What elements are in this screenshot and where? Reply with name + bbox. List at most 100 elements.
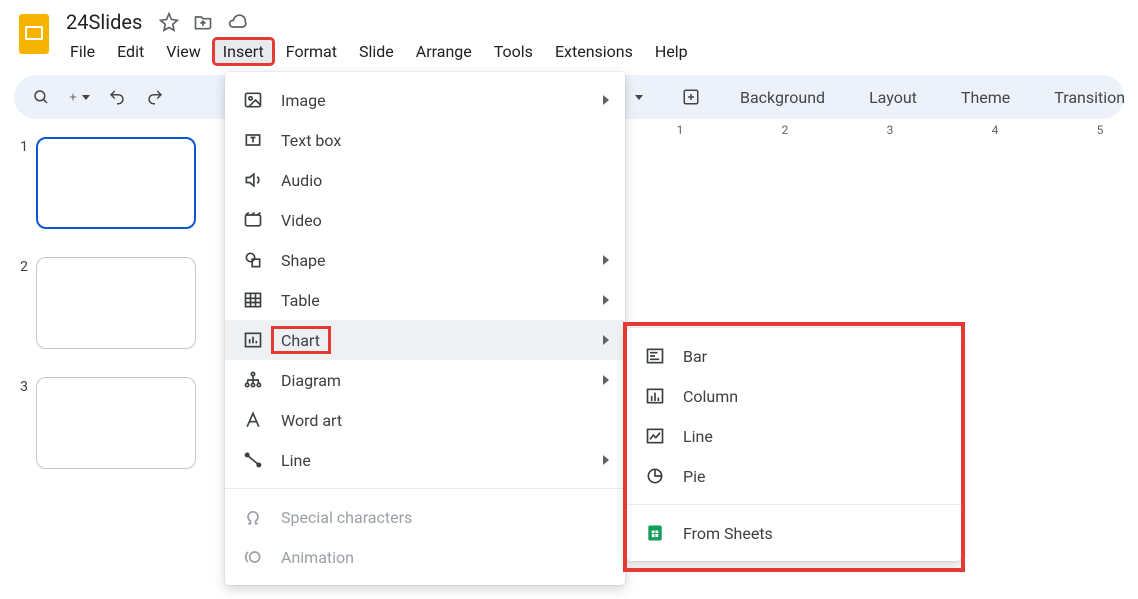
menu-item-chart[interactable]: Chart <box>225 320 625 360</box>
menu-item-label: Pie <box>683 467 945 486</box>
menu-item-table[interactable]: Table <box>225 280 625 320</box>
chart-submenu: Bar Column Line Pie From Sheets <box>627 328 961 561</box>
menu-item-label: Column <box>683 387 945 406</box>
line-chart-icon <box>643 424 667 448</box>
cloud-status-icon[interactable] <box>226 11 248 33</box>
menu-item-label: Line <box>281 451 603 470</box>
slide-thumbnail[interactable] <box>36 377 196 469</box>
app-header: 24Slides File Edit View Insert Format Sl… <box>0 0 1138 65</box>
thumbnail-row[interactable]: 1 <box>14 137 212 229</box>
menu-item-animation: Animation <box>225 537 625 577</box>
menu-item-label: Animation <box>281 548 609 567</box>
audio-icon <box>241 168 265 192</box>
menu-item-label: Shape <box>281 251 603 270</box>
theme-button[interactable]: Theme <box>949 88 1022 107</box>
submenu-item-line[interactable]: Line <box>627 416 961 456</box>
new-slide-button[interactable] <box>62 80 96 114</box>
menu-divider <box>225 488 625 489</box>
slides-logo-icon <box>14 12 54 62</box>
menu-format[interactable]: Format <box>276 38 347 65</box>
menu-insert[interactable]: Insert <box>213 38 274 65</box>
menu-item-label: Special characters <box>281 508 609 527</box>
chart-icon <box>241 328 265 352</box>
menu-tools[interactable]: Tools <box>484 38 543 65</box>
textbox-icon <box>241 128 265 152</box>
menu-edit[interactable]: Edit <box>107 38 154 65</box>
menu-item-label: Image <box>281 91 603 110</box>
menu-item-label: Bar <box>683 347 945 366</box>
menubar: File Edit View Insert Format Slide Arran… <box>58 38 698 65</box>
shape-icon <box>241 248 265 272</box>
slide-thumbnail[interactable] <box>36 137 196 229</box>
ruler-tick: 5 <box>1097 123 1104 137</box>
search-button[interactable] <box>24 80 58 114</box>
menu-item-line[interactable]: Line <box>225 440 625 480</box>
menu-item-textbox[interactable]: Text box <box>225 120 625 160</box>
menu-item-label: Diagram <box>281 371 603 390</box>
wordart-icon <box>241 408 265 432</box>
video-icon <box>241 208 265 232</box>
special-characters-icon <box>241 505 265 529</box>
menu-item-label: Chart <box>281 331 603 350</box>
menu-item-label: Word art <box>281 411 609 430</box>
menu-help[interactable]: Help <box>645 38 698 65</box>
insert-dropdown: Image Text box Audio Video Shape Table <box>225 72 625 585</box>
submenu-arrow-icon <box>603 335 609 345</box>
thumbnail-number: 1 <box>14 137 28 229</box>
menu-item-video[interactable]: Video <box>225 200 625 240</box>
ruler-tick: 1 <box>677 123 684 137</box>
redo-button[interactable] <box>138 80 172 114</box>
menu-divider <box>627 504 961 505</box>
menu-arrange[interactable]: Arrange <box>406 38 482 65</box>
table-icon <box>241 288 265 312</box>
menu-slide[interactable]: Slide <box>349 38 404 65</box>
menu-item-label: Line <box>683 427 945 446</box>
submenu-item-bar[interactable]: Bar <box>627 336 961 376</box>
menu-item-wordart[interactable]: Word art <box>225 400 625 440</box>
layout-button[interactable]: Layout <box>857 88 929 107</box>
menu-file[interactable]: File <box>60 38 105 65</box>
diagram-icon <box>241 368 265 392</box>
thumbnail-row[interactable]: 2 <box>14 257 212 349</box>
ruler: 1 2 3 4 5 <box>620 119 1138 143</box>
submenu-item-column[interactable]: Column <box>627 376 961 416</box>
column-chart-icon <box>643 384 667 408</box>
menu-item-special-characters: Special characters <box>225 497 625 537</box>
pie-chart-icon <box>643 464 667 488</box>
submenu-arrow-icon <box>603 255 609 265</box>
menu-item-diagram[interactable]: Diagram <box>225 360 625 400</box>
menu-item-audio[interactable]: Audio <box>225 160 625 200</box>
add-comment-button[interactable] <box>674 80 708 114</box>
animation-icon <box>241 545 265 569</box>
menu-item-image[interactable]: Image <box>225 80 625 120</box>
thumbnail-number: 3 <box>14 377 28 469</box>
image-icon <box>241 88 265 112</box>
submenu-arrow-icon <box>603 375 609 385</box>
menu-extensions[interactable]: Extensions <box>545 38 643 65</box>
submenu-arrow-icon <box>603 95 609 105</box>
submenu-item-from-sheets[interactable]: From Sheets <box>627 513 961 553</box>
slide-thumbnail[interactable] <box>36 257 196 349</box>
sheets-icon <box>643 521 667 545</box>
star-icon[interactable] <box>158 11 180 33</box>
undo-button[interactable] <box>100 80 134 114</box>
submenu-arrow-icon <box>603 295 609 305</box>
slide-thumbnails: 1 2 3 <box>0 127 220 497</box>
menu-item-label: From Sheets <box>683 524 945 543</box>
move-icon[interactable] <box>192 11 214 33</box>
thumbnail-row[interactable]: 3 <box>14 377 212 469</box>
menu-item-label: Audio <box>281 171 609 190</box>
menu-item-shape[interactable]: Shape <box>225 240 625 280</box>
zoom-dropdown[interactable] <box>620 80 654 114</box>
menu-view[interactable]: View <box>156 38 211 65</box>
bar-chart-icon <box>643 344 667 368</box>
doc-title[interactable]: 24Slides <box>62 8 146 36</box>
transition-button[interactable]: Transition <box>1042 88 1137 107</box>
ruler-tick: 3 <box>887 123 894 137</box>
ruler-tick: 2 <box>782 123 789 137</box>
submenu-arrow-icon <box>603 455 609 465</box>
ruler-tick: 4 <box>992 123 999 137</box>
submenu-item-pie[interactable]: Pie <box>627 456 961 496</box>
menu-item-label: Text box <box>281 131 609 150</box>
background-button[interactable]: Background <box>728 88 837 107</box>
